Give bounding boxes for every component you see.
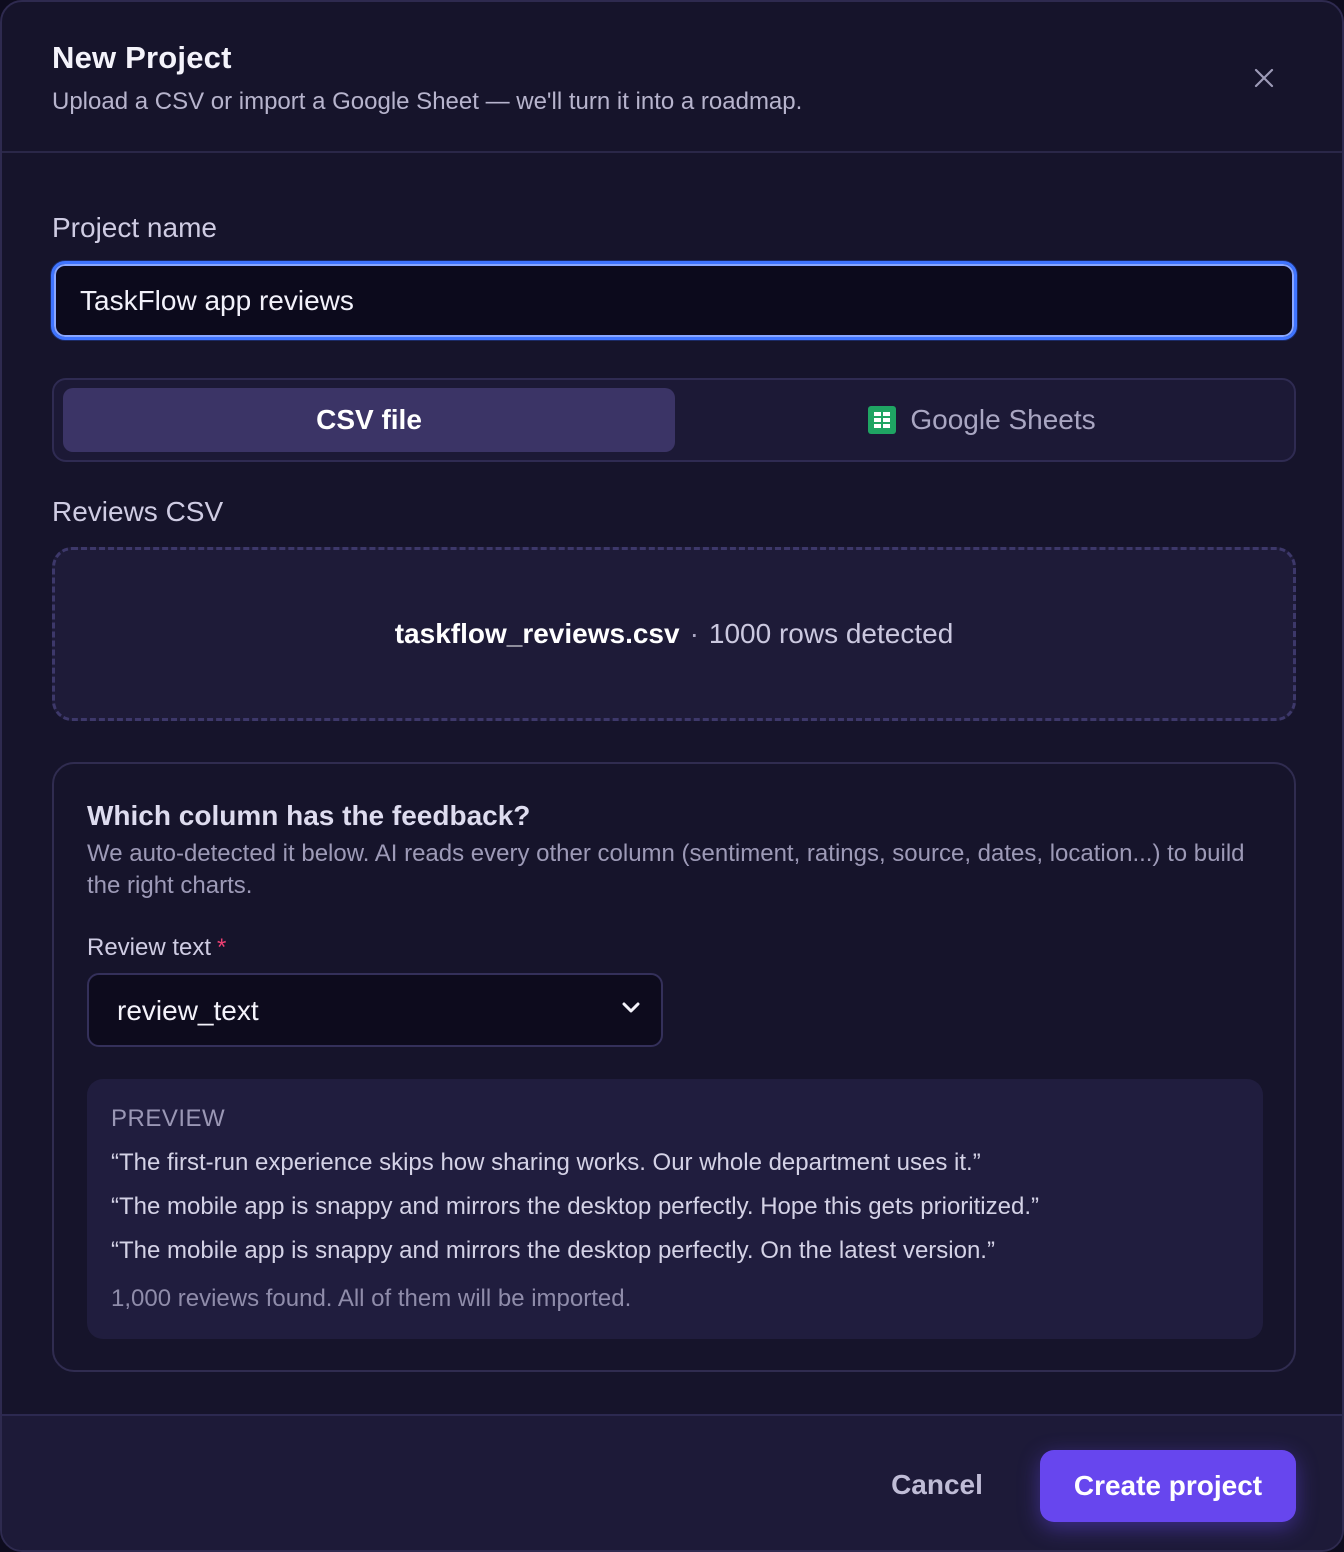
rows-detected: 1000 rows detected xyxy=(708,618,954,649)
preview-line: “The mobile app is snappy and mirrors th… xyxy=(111,1237,995,1264)
project-name-label: Project name xyxy=(52,212,217,243)
preview-panel: PREVIEW “The first-run experience skips … xyxy=(87,1079,1263,1339)
column-picker-description: We auto-detected it below. AI reads ever… xyxy=(87,840,1245,899)
review-text-label: Review text * xyxy=(87,934,226,962)
close-icon xyxy=(1254,68,1274,88)
google-sheets-icon xyxy=(868,406,897,434)
create-project-button[interactable]: Create project xyxy=(1040,1450,1296,1522)
required-marker: * xyxy=(217,934,227,961)
review-column-select[interactable]: review_text xyxy=(87,973,663,1047)
new-project-dialog: New Project Upload a CSV or import a Goo… xyxy=(0,0,1344,1552)
file-name: taskflow_reviews.csv xyxy=(394,618,680,649)
project-name-input[interactable] xyxy=(51,261,1297,340)
column-picker-title: Which column has the feedback? xyxy=(87,800,531,831)
source-tabs: CSV file Google Sheets xyxy=(52,378,1296,462)
column-picker-card: Which column has the feedback? We auto-d… xyxy=(52,762,1296,1372)
close-button[interactable] xyxy=(1244,58,1284,98)
review-text-label-text: Review text xyxy=(87,934,212,961)
preview-line: “The mobile app is snappy and mirrors th… xyxy=(111,1193,1039,1220)
chevron-down-icon xyxy=(622,1002,640,1013)
file-separator: · xyxy=(689,618,699,649)
dialog-title: New Project xyxy=(52,40,232,75)
tab-csv-file[interactable]: CSV file xyxy=(63,388,675,452)
csv-dropzone[interactable]: taskflow_reviews.csv · 1000 rows detecte… xyxy=(52,547,1296,721)
reviews-csv-label: Reviews CSV xyxy=(52,496,224,527)
dialog-footer: Cancel Create project xyxy=(2,1414,1342,1550)
preview-summary: 1,000 reviews found. All of them will be… xyxy=(111,1285,632,1312)
tab-google-sheets-label: Google Sheets xyxy=(910,404,1096,435)
dialog-subtitle: Upload a CSV or import a Google Sheet — … xyxy=(52,88,803,115)
preview-title: PREVIEW xyxy=(111,1105,226,1132)
selected-column: review_text xyxy=(117,995,259,1026)
preview-line: “The first-run experience skips how shar… xyxy=(111,1149,981,1176)
dialog-header: New Project Upload a CSV or import a Goo… xyxy=(2,2,1342,153)
cancel-button[interactable]: Cancel xyxy=(868,1452,1006,1518)
tab-google-sheets[interactable]: Google Sheets xyxy=(676,388,1288,452)
